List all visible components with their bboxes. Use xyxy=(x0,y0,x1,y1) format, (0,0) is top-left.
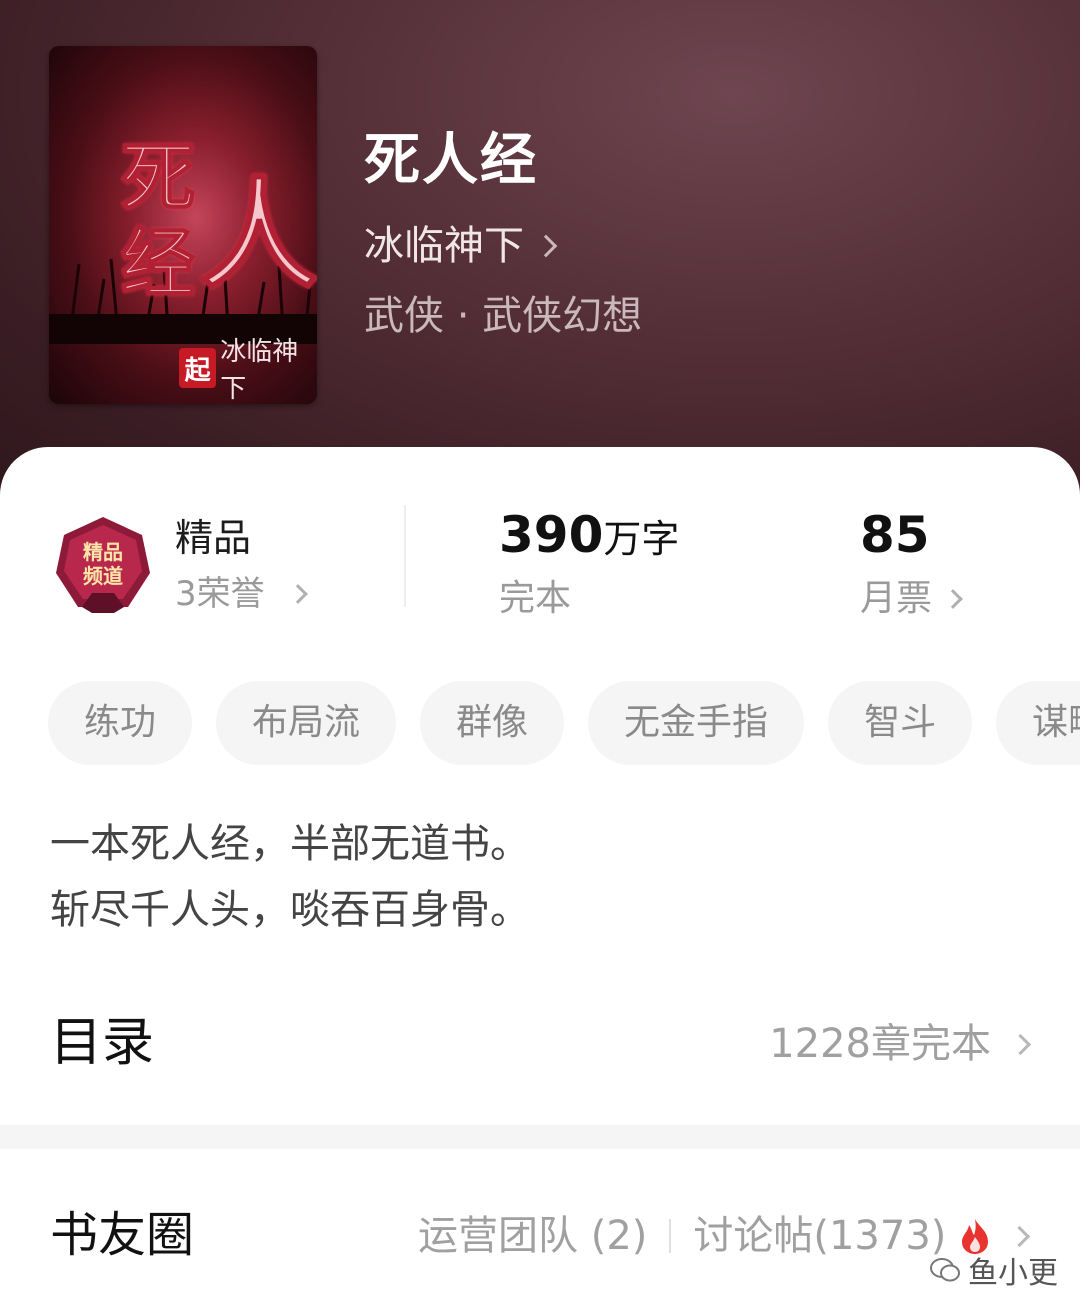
word-count-value: 390 xyxy=(499,506,604,564)
watermark-text: 鱼小更 xyxy=(968,1256,1058,1291)
monthly-ticket-label: 月票 xyxy=(860,578,933,619)
chevron-right-icon xyxy=(534,234,558,258)
author-link[interactable]: 冰临神下 xyxy=(364,220,558,272)
chevron-right-icon xyxy=(1009,1033,1032,1055)
discussion-posts: 讨论帖(1373) xyxy=(693,1213,947,1259)
author-name: 冰临神下 xyxy=(364,223,524,269)
book-title: 死人经 xyxy=(364,127,538,193)
tag-list: 练功布局流群像无金手指智斗谋略 xyxy=(48,681,1080,765)
monthly-ticket-link[interactable]: 月票 xyxy=(860,577,963,621)
tag-chip[interactable]: 无金手指 xyxy=(588,681,805,765)
book-genre: 武侠 · 武侠幻想 xyxy=(364,293,643,339)
description-line: 斩尽千人头，啖吞百身骨。 xyxy=(50,887,530,933)
qidian-logo: 起 xyxy=(179,348,217,388)
tag-chip[interactable]: 群像 xyxy=(420,681,565,765)
tag-chip[interactable]: 谋略 xyxy=(996,681,1080,765)
cover-author-strip: 起 冰临神下 xyxy=(179,337,317,404)
section-divider xyxy=(0,1125,1080,1149)
cover-title-char: 人 xyxy=(198,164,317,307)
book-header: 死 经 人 起 冰临神下 死人经 冰临神下 武侠 · 武侠幻想 xyxy=(0,0,1080,520)
toc-title: 目录 xyxy=(50,1013,155,1073)
tag-chip[interactable]: 布局流 xyxy=(216,681,397,765)
cover-title-char: 经 xyxy=(120,220,196,308)
cover-author-text: 冰临神下 xyxy=(220,337,299,404)
word-count: 390万字 xyxy=(499,507,679,575)
svg-text:频道: 频道 xyxy=(83,564,123,588)
separator xyxy=(669,1219,672,1253)
operations-team: 运营团队 (2) xyxy=(418,1213,648,1259)
chevron-right-icon xyxy=(943,589,963,609)
book-cover[interactable]: 死 经 人 起 冰临神下 xyxy=(49,46,317,404)
wechat-watermark: 鱼小更 xyxy=(930,1248,1058,1292)
tag-chip[interactable]: 智斗 xyxy=(828,681,973,765)
toc-link[interactable]: 1228章完本 xyxy=(769,1017,1032,1071)
description-line: 一本死人经，半部无道书。 xyxy=(50,821,530,867)
svg-text:精品: 精品 xyxy=(83,540,123,564)
chevron-right-icon xyxy=(287,584,308,604)
premium-badge-icon: 精品 频道 xyxy=(56,517,150,613)
monthly-ticket-count: 85 xyxy=(860,506,930,564)
tag-chip[interactable]: 练功 xyxy=(48,681,193,765)
honor-count: 3荣誉 xyxy=(175,574,265,614)
book-club-title: 书友圈 xyxy=(50,1207,195,1263)
wechat-icon xyxy=(930,1258,960,1282)
completion-status: 完本 xyxy=(499,578,572,619)
word-count-unit: 万字 xyxy=(603,517,680,561)
honor-link[interactable]: 3荣誉 xyxy=(175,572,308,616)
book-description[interactable]: 一本死人经，半部无道书。 斩尽千人头，啖吞百身骨。 xyxy=(50,811,530,943)
chevron-right-icon xyxy=(1009,1225,1031,1247)
chapter-count: 1228章完本 xyxy=(769,1021,991,1067)
honor-label: 精品 xyxy=(175,516,252,560)
stat-divider xyxy=(404,505,406,607)
detail-card: 精品 频道 精品 3荣誉 390万字 完本 85 月票 练功 布局流 群像 无金手指智… xyxy=(0,447,1080,1315)
